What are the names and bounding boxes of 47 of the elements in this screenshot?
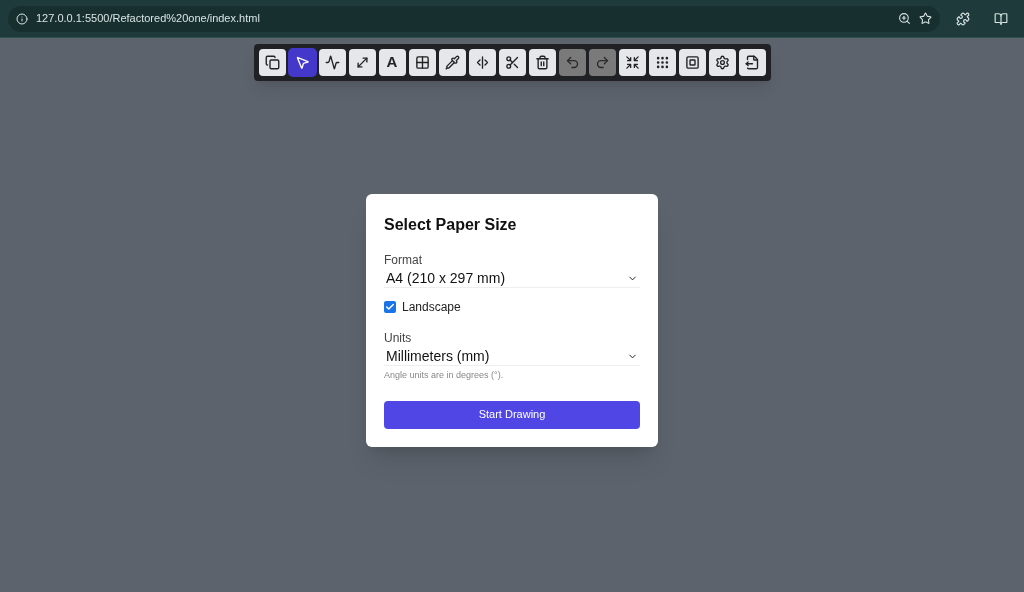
tool-button[interactable] (468, 49, 496, 76)
tool-button[interactable] (318, 49, 346, 76)
tool-button[interactable] (618, 49, 646, 76)
diagonal-arrow-icon (354, 55, 370, 70)
field-label: Units (384, 330, 413, 347)
tool-button[interactable] (438, 49, 466, 76)
hint-text: Angle units are in degrees (°). (384, 369, 505, 382)
tool-button[interactable] (498, 49, 526, 76)
scissors-icon (504, 55, 520, 70)
grid-icon (414, 55, 430, 70)
tool-button[interactable] (708, 49, 736, 76)
settings-icon (714, 55, 730, 70)
redo-icon (594, 55, 610, 70)
copy-icon (264, 55, 280, 70)
reader-icon[interactable] (994, 11, 1008, 26)
zoom-icon[interactable] (898, 12, 911, 25)
extensions-icon[interactable] (956, 11, 970, 26)
tool-button[interactable] (678, 49, 706, 76)
dots-grid-icon (654, 55, 670, 70)
format-select[interactable]: A4 (210 x 297 mm) (384, 269, 640, 288)
tool-button[interactable] (348, 49, 376, 76)
pen-icon (444, 55, 460, 70)
tool-button[interactable] (258, 49, 286, 76)
landscape-checkbox[interactable] (384, 301, 396, 313)
url-text: 127.0.0.1:5500/Refactored%20one/index.html (36, 11, 260, 27)
tool-button[interactable] (288, 49, 316, 76)
star-icon[interactable] (919, 12, 932, 25)
address-bar[interactable]: 127.0.0.1:5500/Refactored%20one/index.html (8, 5, 940, 32)
field-label: Format (384, 252, 423, 269)
frame-icon (684, 55, 700, 70)
tool-button[interactable]: A (378, 49, 406, 76)
shrink-icon (624, 55, 640, 70)
tool-button[interactable] (738, 49, 766, 76)
dialog-title: Select Paper Size (384, 215, 518, 235)
split-icon (474, 55, 490, 70)
units-select[interactable]: Millimeters (mm) (384, 347, 640, 366)
pointer-icon (294, 55, 310, 70)
trash-icon (534, 55, 550, 70)
info-icon[interactable] (16, 12, 28, 25)
undo-icon (564, 55, 580, 70)
tool-button[interactable] (648, 49, 676, 76)
export-icon (744, 55, 760, 70)
tool-button[interactable] (408, 49, 436, 76)
checkbox-label: Landscape (402, 299, 461, 316)
start-drawing-button[interactable]: Start Drawing (384, 400, 640, 429)
polyline-icon (324, 55, 340, 70)
tool-button[interactable] (528, 49, 556, 76)
